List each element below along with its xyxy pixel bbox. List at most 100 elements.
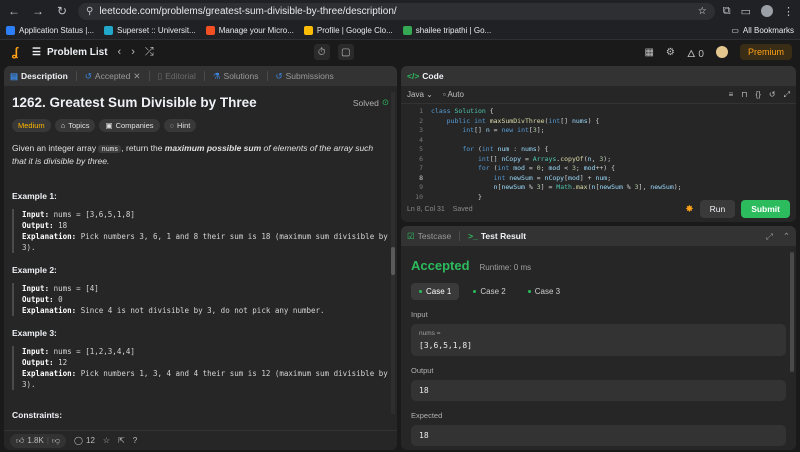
bookmark-favicon: [303, 26, 313, 35]
tab-code[interactable]: </> Code: [407, 71, 444, 81]
description-scrollbar[interactable]: [391, 92, 395, 414]
debug-icon[interactable]: ✸: [685, 204, 693, 215]
tab-testcase[interactable]: ☑ Testcase: [407, 231, 451, 242]
coins-value: 0: [698, 48, 704, 60]
tab-solutions[interactable]: ⚗ Solutions: [213, 71, 259, 82]
all-bookmarks[interactable]: ▭ All Bookmarks: [731, 26, 794, 35]
url-text: leetcode.com/problems/greatest-sum-divis…: [99, 5, 397, 17]
next-problem-icon[interactable]: ›: [131, 46, 135, 59]
input-label: Input:: [22, 347, 50, 356]
thumbs-down-icon[interactable]: 👎︎: [52, 436, 60, 446]
result-scrollbar[interactable]: [790, 252, 794, 432]
premium-button[interactable]: Premium: [739, 44, 792, 60]
example-explanation: Pick numbers 1, 3, 4 and 4 their sum is …: [22, 369, 388, 389]
case-tab[interactable]: Case 1: [411, 283, 460, 300]
tab-label: Test Result: [480, 231, 527, 241]
output-box[interactable]: 18: [411, 380, 786, 401]
problem-list-button[interactable]: ☰ Problem List: [32, 47, 108, 58]
code-editor[interactable]: 1 2 3 4 5 6 7 8 9 10 class Solution { pu…: [401, 104, 796, 201]
tab-label: Testcase: [417, 231, 452, 241]
bookmark-item[interactable]: Manage your Micro...: [205, 26, 294, 35]
input-box[interactable]: nums = [3,6,5,1,8]: [411, 324, 786, 356]
divider: |: [46, 436, 49, 445]
coins-counter[interactable]: 🜂 0: [687, 42, 704, 63]
help-icon[interactable]: ?: [133, 436, 137, 445]
line-number: 5: [419, 145, 423, 153]
tab-submissions[interactable]: ↺ Submissions: [276, 71, 334, 82]
companies-chip[interactable]: ▣ Companies: [99, 119, 160, 132]
sidepanel-icon[interactable]: ▭: [741, 5, 751, 18]
topics-chip[interactable]: ⌂ Topics: [54, 119, 96, 132]
collapse-icon[interactable]: ⌃: [783, 231, 790, 242]
tab-test-result[interactable]: >_ Test Result: [468, 231, 526, 241]
case-tab[interactable]: Case 2: [465, 283, 513, 300]
like-button[interactable]: 👍︎ 1.8K | 👎︎: [10, 433, 67, 448]
reload-icon[interactable]: ↻: [54, 3, 70, 19]
left-tabbar: ▤ Description ↺ Accepted ✕ ▯ Editorial ⚗ Solu…: [4, 66, 397, 86]
bookmark-item[interactable]: shailee tripathi | Go...: [402, 26, 491, 35]
bookmark-icon[interactable]: ⊓: [741, 90, 747, 100]
scrollbar-thumb[interactable]: [790, 252, 794, 372]
tab-label: Description: [21, 71, 68, 81]
difficulty-chip: Medium: [12, 119, 51, 132]
extensions-icon[interactable]: ⧉: [723, 5, 731, 18]
address-bar[interactable]: ⚲ leetcode.com/problems/greatest-sum-div…: [78, 2, 715, 20]
example-input: nums = [4]: [53, 284, 99, 293]
submit-button[interactable]: Submit: [741, 200, 790, 218]
bookmark-star-icon[interactable]: ☆: [698, 6, 707, 17]
bookmarks-bar: Application Status |... Superset :: Univ…: [0, 22, 800, 40]
leetcode-logo-icon[interactable]: ʆ: [8, 45, 22, 59]
code-line: public int maxSumDivThree(int[] nums) {: [446, 116, 600, 125]
expand-icon[interactable]: ⤢: [766, 231, 773, 242]
workspace: ▤ Description ↺ Accepted ✕ ▯ Editorial ⚗ Solu…: [0, 64, 800, 452]
line-number: 7: [419, 164, 423, 172]
prev-problem-icon[interactable]: ‹: [118, 46, 122, 59]
right-column: </>Code Java ⌄ ▫ Auto ≡ ⊓ {} ↺ ⤢ 1 2 3: [401, 66, 796, 450]
run-button[interactable]: Run: [699, 200, 736, 218]
back-icon[interactable]: ←: [6, 3, 22, 19]
history-icon: ↺: [84, 70, 92, 81]
scrollbar-thumb[interactable]: [391, 247, 395, 275]
problem-title[interactable]: 1262. Greatest Sum Divisible by Three: [12, 95, 257, 110]
braces-icon[interactable]: {}: [756, 90, 761, 100]
line-number: 2: [419, 116, 423, 125]
example-title: Example 3:: [12, 328, 57, 338]
close-tab-icon[interactable]: ✕: [133, 71, 140, 82]
language-select[interactable]: Java ⌄: [407, 90, 433, 99]
site-info-icon[interactable]: ⚲: [86, 6, 93, 17]
shuffle-icon[interactable]: ⤮: [145, 46, 154, 59]
layout-icon[interactable]: ▦: [644, 47, 653, 58]
fullscreen-icon[interactable]: ⤢: [784, 90, 790, 100]
bookmark-label: Profile | Google Clo...: [316, 26, 393, 35]
format-icon[interactable]: ≡: [729, 90, 734, 100]
mode-toggle[interactable]: ▫ Auto: [443, 90, 464, 99]
bookmark-item[interactable]: Superset :: Universit...: [104, 26, 196, 35]
forward-icon[interactable]: →: [30, 3, 46, 19]
chip-label: Hint: [176, 121, 191, 130]
tab-divider: [75, 71, 77, 81]
example-block: Input: nums = [1,2,3,4,4] Output: 12 Exp…: [12, 346, 389, 390]
input-heading: Input: [411, 310, 428, 319]
profile-avatar[interactable]: [761, 5, 773, 17]
tab-description[interactable]: ▤ Description: [10, 71, 68, 82]
description-icon: ▤: [10, 70, 19, 81]
notes-icon[interactable]: ▢: [337, 44, 354, 60]
bookmark-item[interactable]: Profile | Google Clo...: [303, 26, 393, 35]
tab-editorial[interactable]: ▯ Editorial: [158, 71, 196, 82]
comments-button[interactable]: ◯ 12: [74, 436, 95, 445]
flask-icon: ⚗: [212, 70, 221, 81]
expected-box[interactable]: 18: [411, 425, 786, 446]
case-tab[interactable]: Case 3: [520, 283, 568, 300]
hint-chip[interactable]: ◌ Hint: [163, 119, 197, 132]
settings-icon[interactable]: ⚙: [666, 47, 675, 58]
chrome-menu-icon[interactable]: ⋮: [783, 5, 794, 18]
star-icon[interactable]: ☆: [103, 436, 110, 445]
reset-icon[interactable]: ↺: [769, 90, 776, 100]
tab-accepted[interactable]: ↺ Accepted ✕: [85, 71, 141, 82]
user-avatar[interactable]: [715, 46, 728, 58]
thumbs-up-icon: 👍︎: [16, 435, 25, 445]
share-icon[interactable]: ⇱: [118, 436, 125, 445]
timer-icon[interactable]: ⏱: [313, 44, 330, 60]
bookmark-item[interactable]: Application Status |...: [6, 26, 94, 35]
